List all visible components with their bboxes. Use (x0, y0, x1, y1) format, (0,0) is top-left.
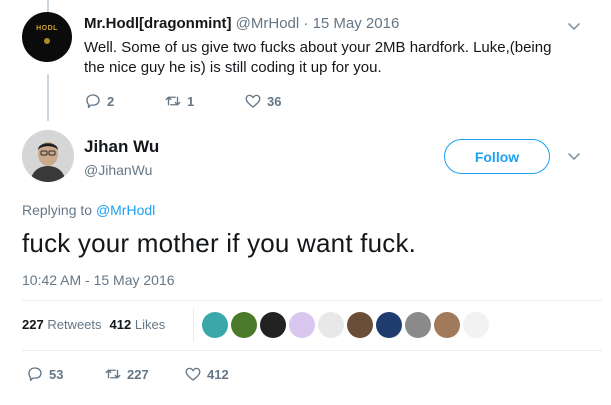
green-gold-avatar[interactable] (231, 312, 257, 338)
divider (22, 300, 602, 301)
likes-label: Likes (134, 317, 166, 332)
main-tweet-text: fuck your mother if you want fuck. (22, 228, 417, 258)
replying-to-line: Replying to @MrHodl (22, 202, 155, 218)
main-tweet-actions: 53 227 412 (26, 365, 229, 383)
reply-display-name[interactable]: Mr.Hodl[dragonmint] (84, 15, 231, 32)
like-count: 36 (267, 93, 282, 109)
thread-line-mid (47, 74, 49, 121)
avatar-logo-mark (44, 38, 50, 44)
like-action[interactable]: 412 (184, 365, 229, 383)
reply-date[interactable]: 15 May 2016 (313, 15, 400, 32)
tweet-stats: 227 Retweets 412 Likes (22, 317, 165, 332)
follow-button[interactable]: Follow (444, 139, 550, 174)
tweet-timestamp[interactable]: 10:42 AM - 15 May 2016 (22, 272, 175, 288)
retweet-action[interactable]: 227 (104, 365, 184, 383)
retweet-action[interactable]: 1 (164, 92, 244, 110)
replying-prefix: Replying to (22, 202, 96, 218)
stats-separator (193, 308, 194, 342)
reply-tweet-header: Mr.Hodl[dragonmint] @MrHodl · 15 May 201… (84, 15, 399, 32)
heart-icon (184, 365, 202, 383)
retweets-label: Retweets (47, 317, 102, 332)
main-display-name[interactable]: Jihan Wu (84, 137, 159, 157)
liker-avatars (202, 312, 489, 338)
likes-number: 412 (109, 317, 132, 332)
blue-black-avatar[interactable] (376, 312, 402, 338)
reply-icon (26, 365, 44, 383)
retweets-stat[interactable]: 227 Retweets (22, 317, 102, 332)
reply-handle[interactable]: @MrHodl (236, 15, 300, 32)
reply-count: 53 (49, 366, 64, 382)
retweet-count: 1 (187, 93, 195, 109)
main-handle[interactable]: @JihanWu (84, 162, 152, 178)
blue-teardrop-avatar[interactable] (202, 312, 228, 338)
jihanwu-avatar[interactable] (22, 130, 74, 182)
grey-photo-avatar[interactable] (405, 312, 431, 338)
chevron-down-icon[interactable] (567, 19, 581, 33)
avatar-logo-text: HODL (36, 25, 58, 32)
figure-avatar[interactable] (318, 312, 344, 338)
reply-tweet-text: Well. Some of us give two fucks about yo… (84, 39, 552, 76)
replying-to-link[interactable]: @MrHodl (96, 202, 155, 218)
heart-icon (244, 92, 262, 110)
reply-separator: · (299, 15, 313, 32)
retweets-number: 227 (22, 317, 44, 332)
retweet-icon (104, 365, 122, 383)
like-action[interactable]: 36 (244, 92, 281, 110)
face-photo-avatar[interactable] (434, 312, 460, 338)
retweet-icon (164, 92, 182, 110)
like-count: 412 (207, 366, 229, 382)
reply-action[interactable]: 53 (26, 365, 104, 383)
dark-ring-avatar[interactable] (260, 312, 286, 338)
mrhodl-avatar[interactable]: HODL (22, 12, 72, 62)
retweet-count: 227 (127, 366, 149, 382)
reply-count: 2 (107, 93, 115, 109)
likes-stat[interactable]: 412 Likes (110, 317, 166, 332)
chevron-down-icon[interactable] (567, 149, 581, 163)
portrait-avatar[interactable] (347, 312, 373, 338)
reply-action[interactable]: 2 (84, 92, 164, 110)
purple-crystal-avatar[interactable] (289, 312, 315, 338)
reply-tweet-actions: 2 1 36 (84, 92, 281, 110)
thread-line-top (47, 0, 49, 12)
bull-avatar[interactable] (463, 312, 489, 338)
reply-icon (84, 92, 102, 110)
divider (22, 350, 602, 351)
